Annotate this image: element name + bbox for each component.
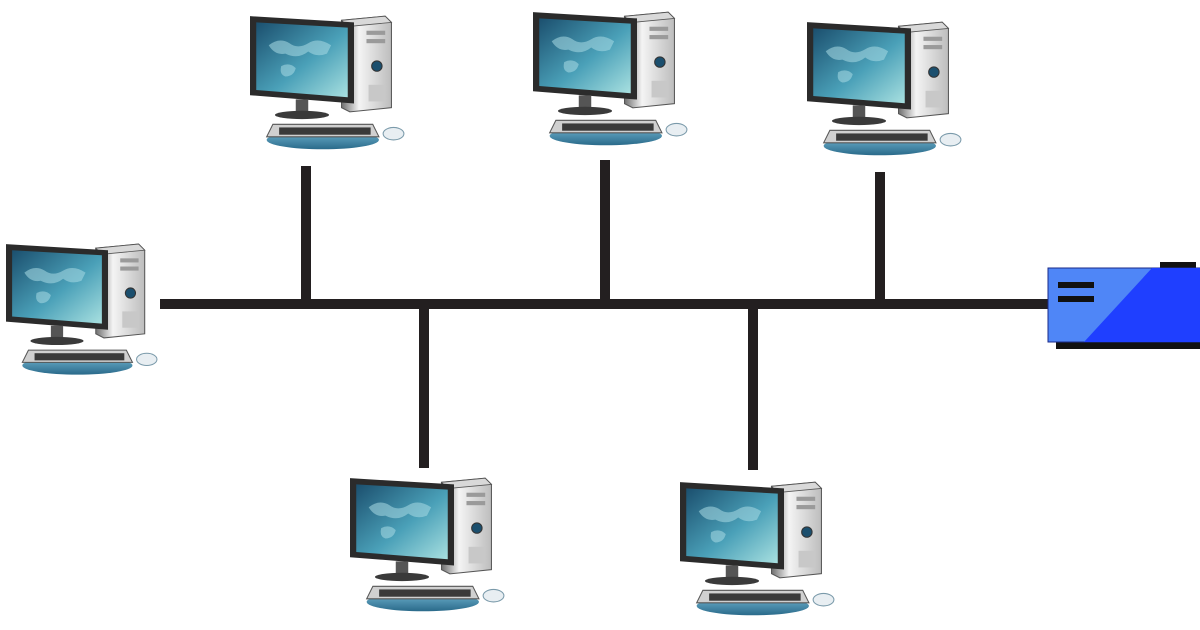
computer-icon-bottom-1: [349, 477, 505, 612]
computer-icon-top-2: [532, 11, 688, 146]
computer-icon-top-3: [806, 21, 962, 156]
bus-topology-diagram: [5, 11, 1200, 616]
bus-cable: [160, 160, 1050, 470]
computer-icon-top-1: [249, 15, 405, 150]
server-icon: [1047, 262, 1200, 349]
computer-icon-bottom-2: [679, 481, 835, 616]
computer-icon-left: [5, 243, 158, 376]
